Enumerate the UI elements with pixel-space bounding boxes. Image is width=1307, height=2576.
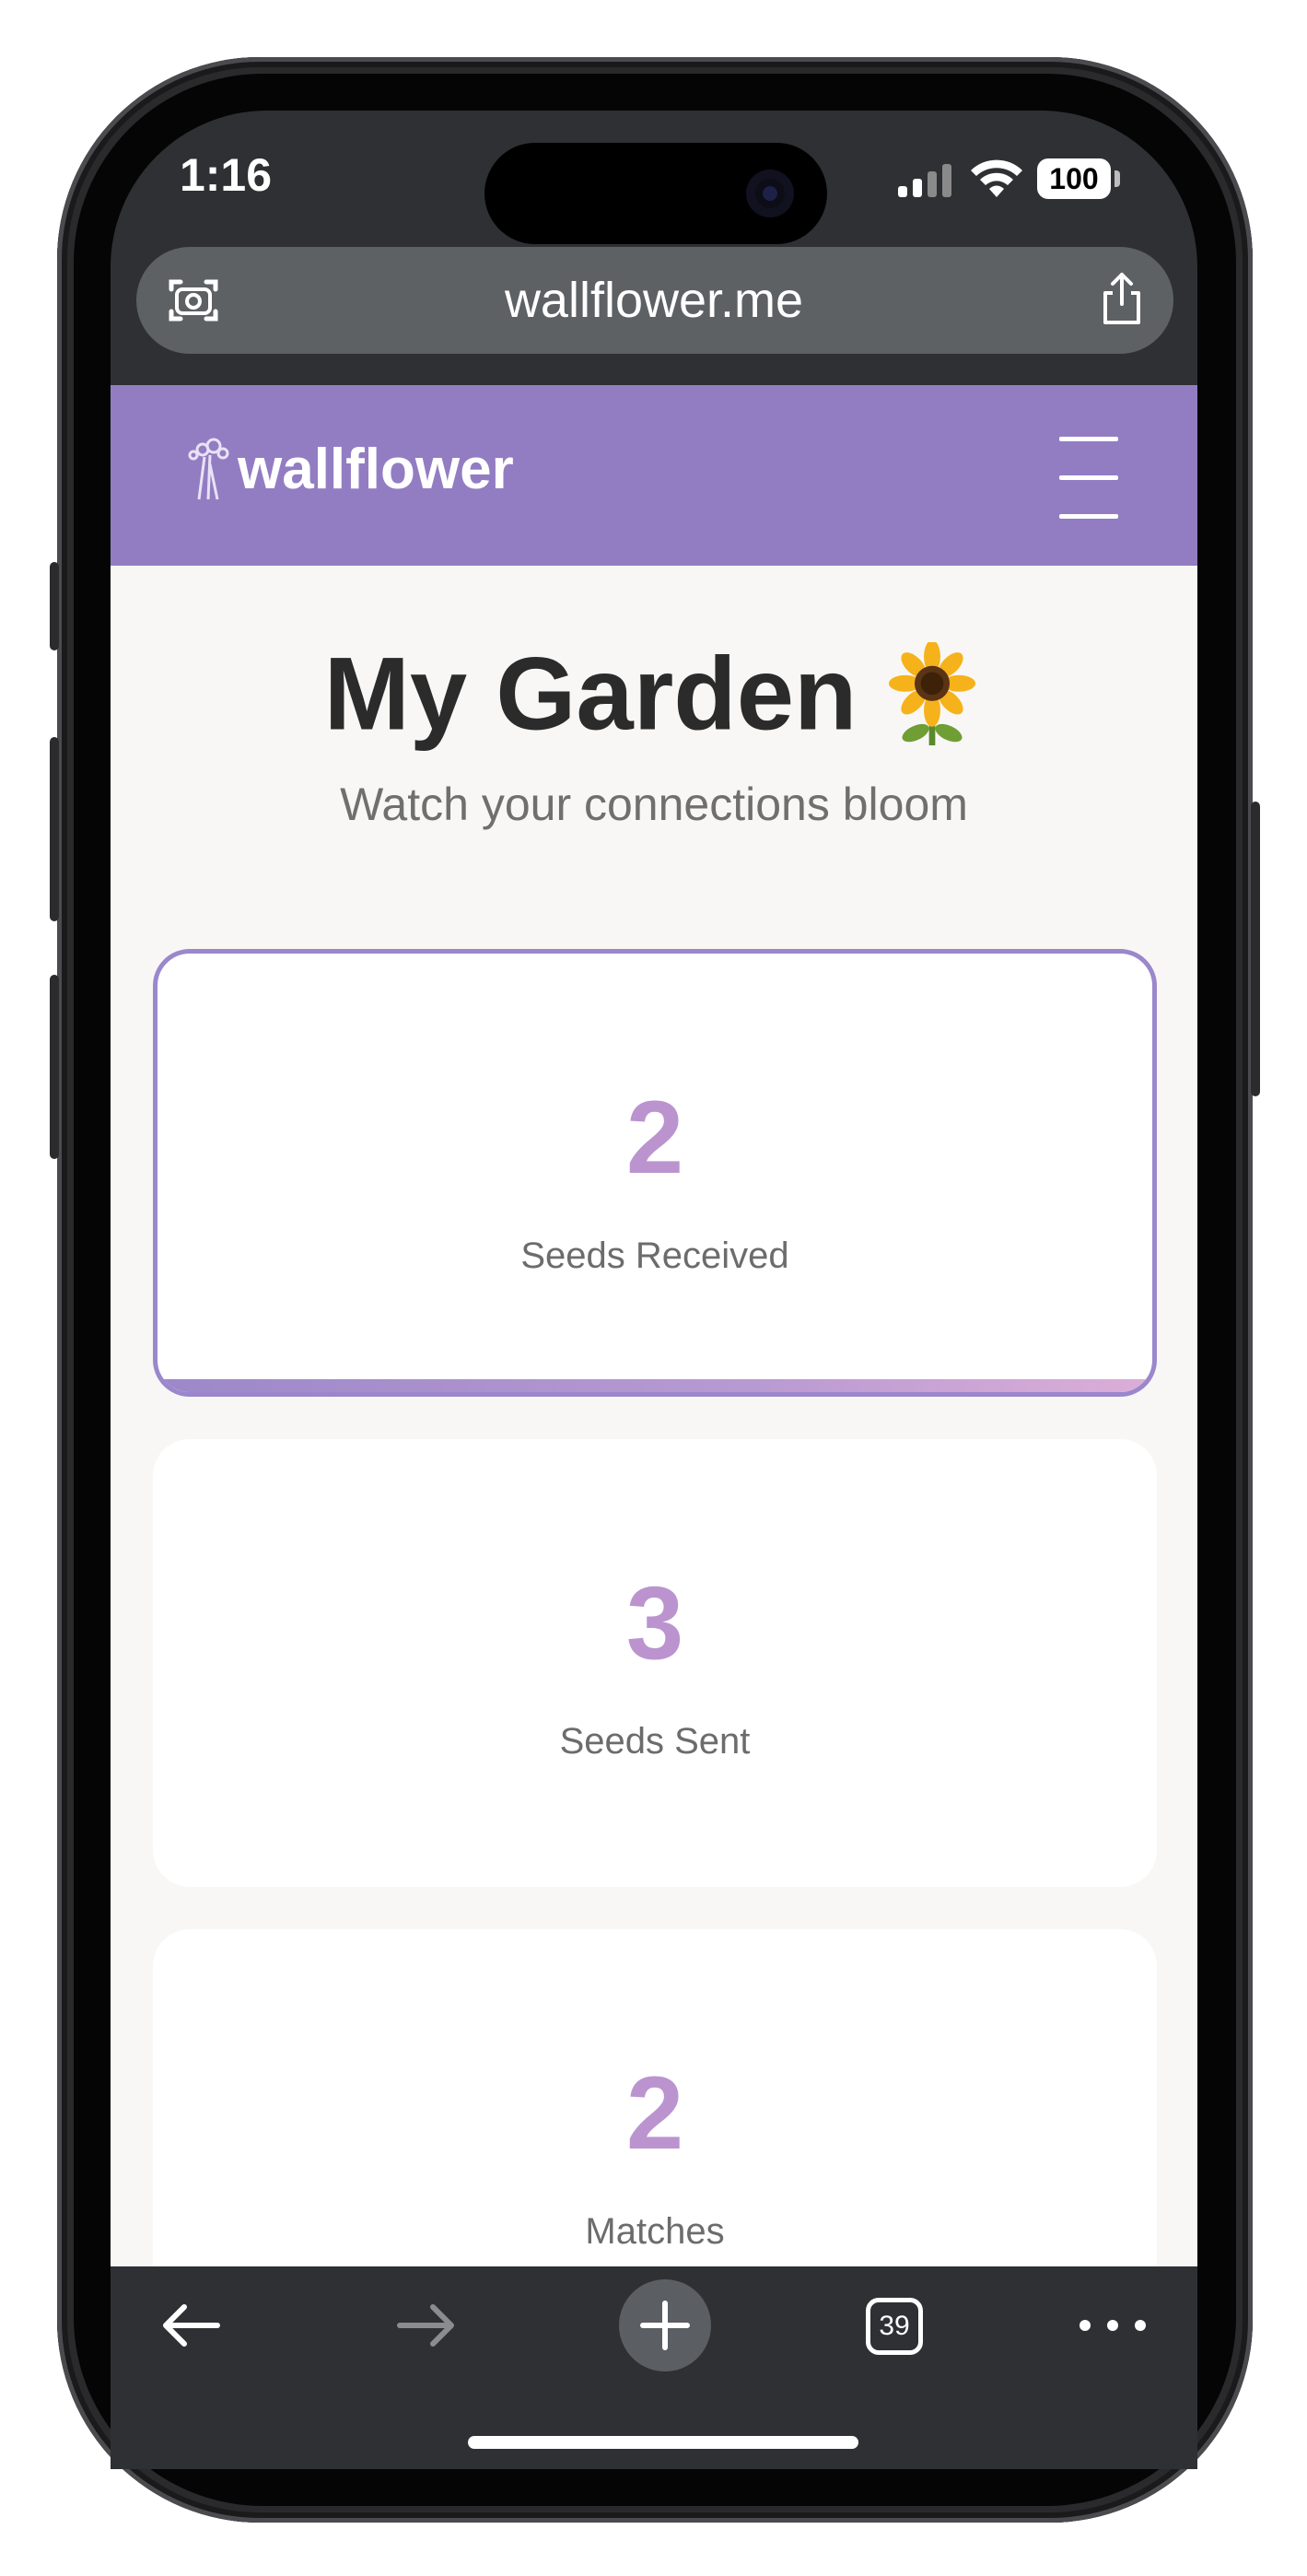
active-card-accent-bar [158, 1379, 1152, 1392]
page-title: My Garden [193, 626, 1114, 751]
plus-icon[interactable] [619, 2279, 711, 2371]
site-header: wallflower [111, 385, 1197, 566]
volume-up-button [50, 737, 59, 921]
forward-arrow-icon[interactable] [379, 2276, 472, 2368]
back-arrow-icon[interactable] [146, 2276, 238, 2368]
page-subtitle: Watch your connections bloom [340, 779, 968, 830]
flower-logo-icon [188, 438, 229, 500]
stat-label: Seeds Received [520, 1235, 789, 1276]
home-indicator[interactable] [468, 2436, 858, 2449]
battery-level: 100 [1037, 158, 1111, 199]
camera-search-icon[interactable] [164, 271, 223, 330]
stat-label: Seeds Sent [559, 1721, 751, 1762]
status-time: 1:16 [179, 149, 273, 201]
web-page: wallflower My Garden Watch your connecti… [111, 385, 1197, 2274]
url-text[interactable]: wallflower.me [313, 247, 995, 354]
share-icon[interactable] [1092, 269, 1151, 328]
action-button [50, 562, 59, 650]
stat-card-seeds-sent[interactable]: 3 Seeds Sent [153, 1439, 1157, 1887]
stat-card-seeds-received[interactable]: 2 Seeds Received [153, 949, 1157, 1397]
hamburger-menu-icon[interactable] [1052, 427, 1126, 529]
brand-logo[interactable]: wallflower [238, 433, 569, 507]
stat-value: 3 [625, 1565, 684, 1680]
battery-tip [1114, 170, 1120, 187]
stat-card-matches[interactable]: 2 Matches [153, 1929, 1157, 2274]
cellular-signal-icon [898, 164, 953, 197]
sunflower-icon [889, 642, 976, 746]
stat-value: 2 [625, 1080, 684, 1195]
wifi-icon [971, 159, 1022, 197]
device-frame: 1:16 100 wallflower.me wallflower My Gar… [0, 0, 1307, 2576]
front-camera [746, 170, 794, 217]
stat-value: 2 [625, 2055, 684, 2171]
power-button [1251, 802, 1260, 1096]
stat-label: Matches [585, 2211, 725, 2252]
more-options-icon[interactable] [1067, 2276, 1159, 2368]
page-title-text: My Garden [323, 636, 858, 752]
tabs-count-button[interactable]: 39 [866, 2298, 923, 2355]
volume-down-button [50, 975, 59, 1159]
